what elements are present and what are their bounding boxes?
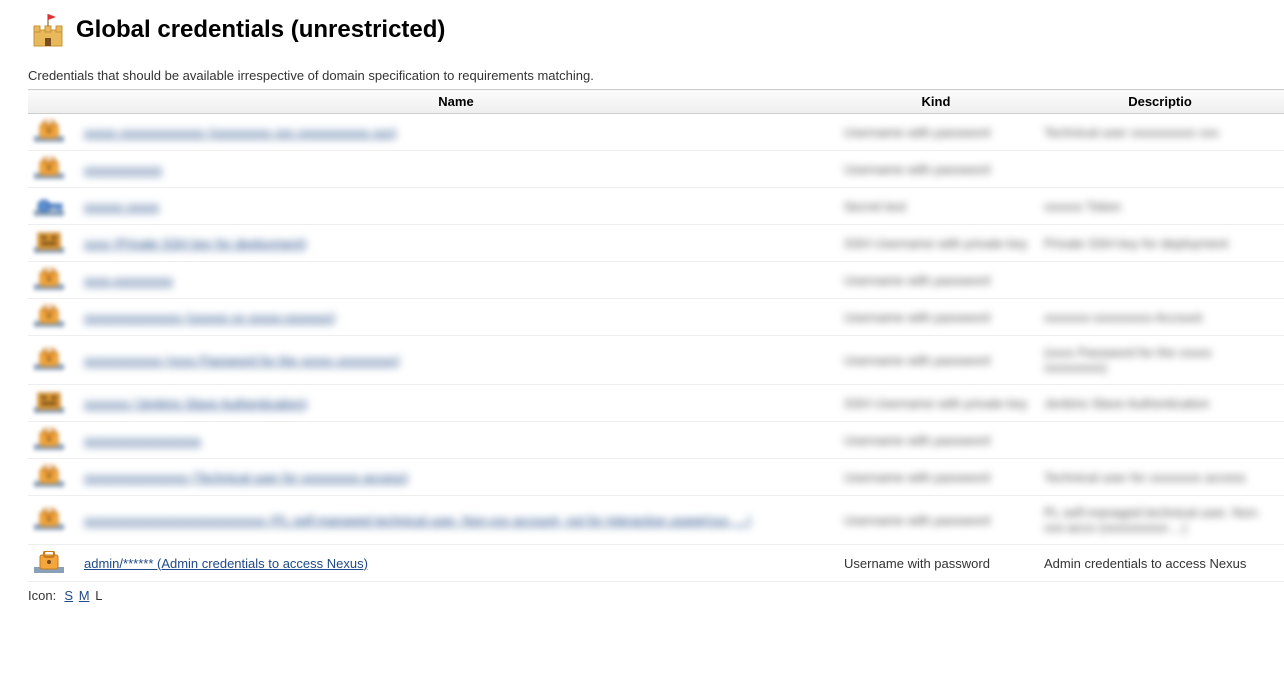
credential-icon	[28, 336, 76, 385]
credential-link[interactable]: xxxxxxxxxxxxxxxx (Technical user for xxx…	[84, 470, 408, 485]
credential-kind: Username with password	[836, 545, 1036, 582]
credential-kind: Username with password	[836, 114, 1036, 151]
credential-name-cell: admin/****** (Admin credentials to acces…	[76, 545, 836, 582]
credential-name-cell: xxxxxxxxxxxxxxxxxx	[76, 422, 836, 459]
credential-link[interactable]: xxxxxx xxxxx	[84, 199, 159, 214]
credential-icon	[28, 422, 76, 459]
icon-size-s[interactable]: S	[64, 588, 73, 603]
credential-description: Jenkins Slave Authentication	[1036, 385, 1284, 422]
credential-icon	[28, 114, 76, 151]
credential-name-cell: xxxxx xxxxxxxxxxxxx (xxxxxxxxx xxx xxxxx…	[76, 114, 836, 151]
credential-name-cell: xxxxxxxxxxxx (xxxx Password for the xxxx…	[76, 336, 836, 385]
credential-link[interactable]: xxxx (Private SSH key for deployment)	[84, 236, 307, 251]
credential-icon	[28, 385, 76, 422]
credentials-table: Name Kind Descriptio xxxxx xxxxxxxxxxxxx…	[28, 89, 1284, 582]
credential-icon	[28, 225, 76, 262]
table-row: xxxxxxxxxxxxxxxxxxxxxxxxxxxx (PL self-ma…	[28, 496, 1284, 545]
credential-link[interactable]: xxxx-xxxxxxxxx	[84, 273, 173, 288]
credential-icon	[28, 545, 76, 582]
col-header-name[interactable]: Name	[76, 90, 836, 114]
table-row: xxxx (Private SSH key for deployment) SSH…	[28, 225, 1284, 262]
credential-link[interactable]: xxxxxxxxxxxx (xxxx Password for the xxxx…	[84, 353, 400, 368]
credential-link[interactable]: admin/****** (Admin credentials to acces…	[84, 556, 368, 571]
credential-description: (xxxx Password for the xxxxx xxxxxxxxx)	[1036, 336, 1284, 385]
credential-icon	[28, 459, 76, 496]
credential-kind: Username with password	[836, 336, 1036, 385]
col-header-icon[interactable]	[28, 90, 76, 114]
credential-name-cell: xxxx (Private SSH key for deployment)	[76, 225, 836, 262]
table-row: xxxxxxx (Jenkins Slave Authentication) SS…	[28, 385, 1284, 422]
credential-kind: Username with password	[836, 262, 1036, 299]
col-header-description[interactable]: Descriptio	[1036, 90, 1284, 114]
credential-kind: SSH Username with private key	[836, 225, 1036, 262]
credential-kind: Username with password	[836, 496, 1036, 545]
credential-link[interactable]: xxxxx xxxxxxxxxxxxx (xxxxxxxxx xxx xxxxx…	[84, 125, 397, 140]
table-row: xxxxxxxxxxxx (xxxx Password for the xxxx…	[28, 336, 1284, 385]
credential-link[interactable]: xxxxxxxxxxxx	[84, 162, 162, 177]
castle-icon	[28, 10, 68, 50]
credential-name-cell: xxxxxxxxxxxx	[76, 151, 836, 188]
table-row: xxxx-xxxxxxxxx Username with password	[28, 262, 1284, 299]
page-title: Global credentials (unrestricted)	[76, 16, 445, 44]
credential-name-cell: xxxx-xxxxxxxxx	[76, 262, 836, 299]
table-row: xxxxxxxxxxxxxxx (xxxxxx xx xxxxx-xxxxxxx…	[28, 299, 1284, 336]
table-row: admin/****** (Admin credentials to acces…	[28, 545, 1284, 582]
credential-description: Private SSH key for deployment	[1036, 225, 1284, 262]
page-description: Credentials that should be available irr…	[28, 68, 1284, 83]
icon-size-footer: Icon: S M L	[28, 588, 1284, 603]
col-header-kind[interactable]: Kind	[836, 90, 1036, 114]
credential-description: xxxxxx Token	[1036, 188, 1284, 225]
credential-link[interactable]: xxxxxxxxxxxxxxxxxxxxxxxxxxxx (PL self-ma…	[84, 513, 751, 528]
icon-size-m[interactable]: M	[79, 588, 90, 603]
credential-description: xxxxxxx-xxxxxxxxx Account	[1036, 299, 1284, 336]
credential-kind: Secret text	[836, 188, 1036, 225]
table-row: xxxxxx xxxxx Secret textxxxxxx Token	[28, 188, 1284, 225]
credential-description: Technical user xxxxxxxxxx xxx	[1036, 114, 1284, 151]
credential-link[interactable]: xxxxxxxxxxxxxxx (xxxxxx xx xxxxx-xxxxxxx…	[84, 310, 335, 325]
credential-description: PL self-managed technical user. Non-xxx-…	[1036, 496, 1284, 545]
credential-link[interactable]: xxxxxxx (Jenkins Slave Authentication)	[84, 396, 307, 411]
credential-name-cell: xxxxxxxxxxxxxxxxxxxxxxxxxxxx (PL self-ma…	[76, 496, 836, 545]
table-row: xxxxxxxxxxxxxxxx (Technical user for xxx…	[28, 459, 1284, 496]
credential-description	[1036, 422, 1284, 459]
table-row: xxxxx xxxxxxxxxxxxx (xxxxxxxxx xxx xxxxx…	[28, 114, 1284, 151]
table-row: xxxxxxxxxxxx Username with password	[28, 151, 1284, 188]
credential-description: Admin credentials to access Nexus	[1036, 545, 1284, 582]
credential-name-cell: xxxxxxxxxxxxxxxx (Technical user for xxx…	[76, 459, 836, 496]
credential-kind: SSH Username with private key	[836, 385, 1036, 422]
credential-kind: Username with password	[836, 299, 1036, 336]
credential-description: Technical user for xxxxxxxx access	[1036, 459, 1284, 496]
page-header: Global credentials (unrestricted)	[28, 10, 1284, 50]
credential-icon	[28, 496, 76, 545]
icon-size-l: L	[95, 588, 102, 603]
credential-icon	[28, 151, 76, 188]
credential-kind: Username with password	[836, 459, 1036, 496]
credential-name-cell: xxxxxxx (Jenkins Slave Authentication)	[76, 385, 836, 422]
credential-icon	[28, 188, 76, 225]
credential-name-cell: xxxxxx xxxxx	[76, 188, 836, 225]
credential-kind: Username with password	[836, 151, 1036, 188]
credential-icon	[28, 262, 76, 299]
credential-description	[1036, 262, 1284, 299]
credential-description	[1036, 151, 1284, 188]
credential-name-cell: xxxxxxxxxxxxxxx (xxxxxx xx xxxxx-xxxxxxx…	[76, 299, 836, 336]
credential-link[interactable]: xxxxxxxxxxxxxxxxxx	[84, 433, 201, 448]
icon-size-label: Icon:	[28, 588, 56, 603]
credential-icon	[28, 299, 76, 336]
credential-kind: Username with password	[836, 422, 1036, 459]
table-row: xxxxxxxxxxxxxxxxxx Username with password	[28, 422, 1284, 459]
